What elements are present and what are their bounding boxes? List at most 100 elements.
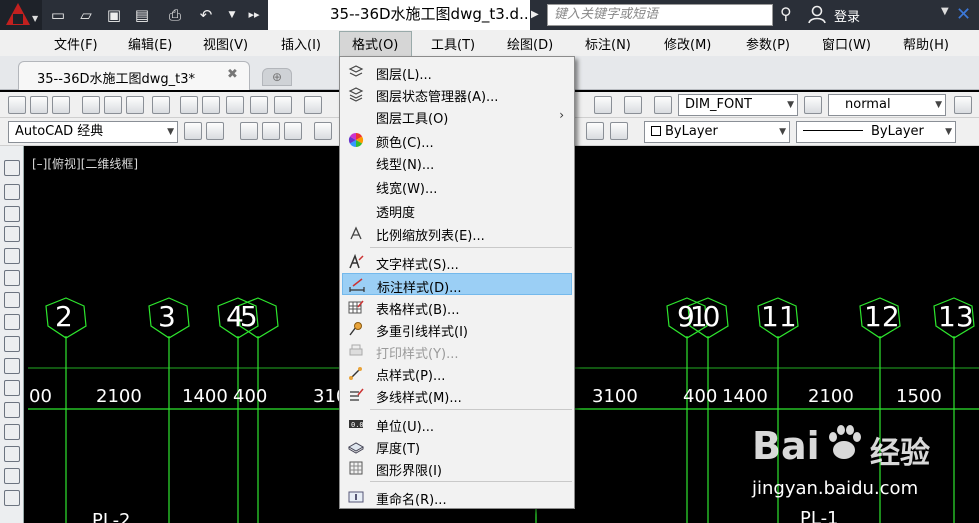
menu-help[interactable]: 帮助(H) xyxy=(903,34,949,53)
color-select[interactable]: ByLayer ▼ xyxy=(644,121,790,143)
user-icon[interactable] xyxy=(807,4,827,24)
menu-item-thickness[interactable]: 厚度(T) xyxy=(342,435,572,457)
menu-item-units[interactable]: 0.0 单位(U)... xyxy=(342,413,572,435)
plot-preview-icon[interactable] xyxy=(104,96,122,114)
menu-insert[interactable]: 插入(I) xyxy=(281,34,321,53)
menu-item-label: 线型(N)... xyxy=(376,158,435,173)
menu-item-point-style[interactable]: 点样式(P)... xyxy=(342,362,572,384)
line-icon[interactable] xyxy=(4,160,20,176)
3d-dwf-icon[interactable] xyxy=(152,96,170,114)
document-tab[interactable]: 35--36D水施工图dwg_t3* ✖ xyxy=(18,61,250,90)
login-link[interactable]: 登录 xyxy=(834,6,860,25)
undo-icon[interactable]: ↶ xyxy=(196,5,216,25)
save-icon[interactable]: ▣ xyxy=(104,5,124,25)
calculator-icon[interactable] xyxy=(594,96,612,114)
rectangle-icon[interactable] xyxy=(4,248,20,264)
ellipse-arc-icon[interactable] xyxy=(4,380,20,396)
menu-window[interactable]: 窗口(W) xyxy=(822,34,871,53)
close-icon[interactable]: ✖ xyxy=(227,67,238,82)
menu-dimension[interactable]: 标注(N) xyxy=(585,34,631,53)
menu-item-table-style[interactable]: 表格样式(B)... xyxy=(342,296,572,318)
hatch-icon[interactable] xyxy=(4,468,20,484)
ellipse-icon[interactable] xyxy=(4,358,20,374)
save-as-icon[interactable]: ▤ xyxy=(132,5,152,25)
copy-icon[interactable] xyxy=(202,96,220,114)
text-style-toolbar-icon[interactable] xyxy=(654,96,672,114)
menu-edit[interactable]: 编辑(E) xyxy=(128,34,172,53)
workspace-select[interactable]: AutoCAD 经典 ▼ xyxy=(8,121,178,143)
menu-item-dimension-style[interactable]: 标注样式(D)... xyxy=(342,273,572,296)
customize-icon[interactable] xyxy=(206,122,224,140)
title-arrow-icon[interactable]: ▶ xyxy=(531,5,545,25)
arc-icon[interactable] xyxy=(4,270,20,286)
point-icon[interactable] xyxy=(4,446,20,462)
menu-item-scale-list[interactable]: 比例缩放列表(E)... xyxy=(342,222,572,244)
save-icon[interactable] xyxy=(52,96,70,114)
menu-item-mleader-style[interactable]: 多重引线样式(I) xyxy=(342,318,572,340)
layer-previous-icon[interactable] xyxy=(610,122,628,140)
menu-item-transparency[interactable]: 透明度 xyxy=(342,199,572,221)
menu-item-plot-style[interactable]: 打印样式(Y)... xyxy=(342,340,572,362)
text-style-select[interactable]: DIM_FONT ▼ xyxy=(678,94,798,116)
exchange-icon[interactable]: ✕ xyxy=(956,4,971,25)
menu-item-layer-state[interactable]: 图层状态管理器(A)... xyxy=(342,83,572,105)
dim-style-toolbar-icon[interactable] xyxy=(804,96,822,114)
table-style-toolbar-icon[interactable] xyxy=(954,96,972,114)
plot-icon[interactable] xyxy=(82,96,100,114)
new-tab-button[interactable]: ⊕ xyxy=(262,68,292,86)
search-input[interactable]: 键入关键字或短语 xyxy=(547,4,773,26)
menu-item-linetype[interactable]: 线型(N)... xyxy=(342,151,572,173)
menu-item-text-style[interactable]: 文字样式(S)... xyxy=(342,251,572,273)
paste-icon[interactable] xyxy=(226,96,244,114)
menu-item-layer[interactable]: 图层(L)... xyxy=(342,61,572,83)
workspace-settings-icon[interactable] xyxy=(184,122,202,140)
layer-state-icon[interactable] xyxy=(586,122,604,140)
menu-item-lineweight[interactable]: 线宽(W)... xyxy=(342,175,572,197)
more-icon[interactable]: ▸▸ xyxy=(244,5,264,25)
undo-dropdown-icon[interactable]: ▼ xyxy=(222,5,242,25)
new-file-icon[interactable]: ▭ xyxy=(48,5,68,25)
layer-properties-icon[interactable] xyxy=(240,122,258,140)
menu-parameter[interactable]: 参数(P) xyxy=(746,34,790,53)
polyline-icon[interactable] xyxy=(4,206,20,222)
match-properties-icon[interactable] xyxy=(250,96,268,114)
autocad-logo-icon[interactable]: ▼ xyxy=(0,0,42,32)
new-icon[interactable] xyxy=(8,96,26,114)
open-folder-icon[interactable]: ▱ xyxy=(76,5,96,25)
menu-item-color[interactable]: 颜色(C)... xyxy=(342,129,572,151)
block-editor-icon[interactable] xyxy=(274,96,292,114)
cut-icon[interactable] xyxy=(180,96,198,114)
login-dropdown-icon[interactable]: ▼ xyxy=(941,6,949,17)
revision-cloud-icon[interactable] xyxy=(4,314,20,330)
lightbulb-icon[interactable] xyxy=(262,122,280,140)
menu-item-layer-tools[interactable]: 图层工具(O) › xyxy=(342,105,572,127)
menu-format[interactable]: 格式(O) xyxy=(352,34,398,53)
open-icon[interactable] xyxy=(30,96,48,114)
spline-icon[interactable] xyxy=(4,336,20,352)
binoculars-icon[interactable]: ⚲ xyxy=(780,4,792,23)
menu-modify[interactable]: 修改(M) xyxy=(664,34,711,53)
menu-view[interactable]: 视图(V) xyxy=(203,34,248,53)
publish-icon[interactable] xyxy=(126,96,144,114)
menu-draw[interactable]: 绘图(D) xyxy=(507,34,553,53)
circle-icon[interactable] xyxy=(4,292,20,308)
insert-block-icon[interactable] xyxy=(4,402,20,418)
viewport-label[interactable]: [–][俯视][二维线框] xyxy=(32,155,138,172)
make-block-icon[interactable] xyxy=(4,424,20,440)
menu-tools[interactable]: 工具(T) xyxy=(431,34,475,53)
construction-line-icon[interactable] xyxy=(4,184,20,200)
sun-icon[interactable] xyxy=(284,122,302,140)
menu-item-label: 图层状态管理器(A)... xyxy=(376,90,499,105)
dim-style-select[interactable]: normal ▼ xyxy=(828,94,946,116)
menu-item-rename[interactable]: 重命名(R)... xyxy=(342,486,572,508)
linetype-select[interactable]: ByLayer ▼ xyxy=(796,121,956,143)
menu-file[interactable]: 文件(F) xyxy=(54,34,98,53)
undo-icon[interactable] xyxy=(304,96,322,114)
lock-icon[interactable] xyxy=(314,122,332,140)
menu-item-drawing-limits[interactable]: 图形界限(I) xyxy=(342,457,572,479)
print-icon[interactable]: ⎙ xyxy=(165,5,185,25)
gradient-icon[interactable] xyxy=(4,490,20,506)
help-icon[interactable] xyxy=(624,96,642,114)
polygon-icon[interactable] xyxy=(4,226,20,242)
menu-item-mline-style[interactable]: 多线样式(M)... xyxy=(342,384,572,406)
